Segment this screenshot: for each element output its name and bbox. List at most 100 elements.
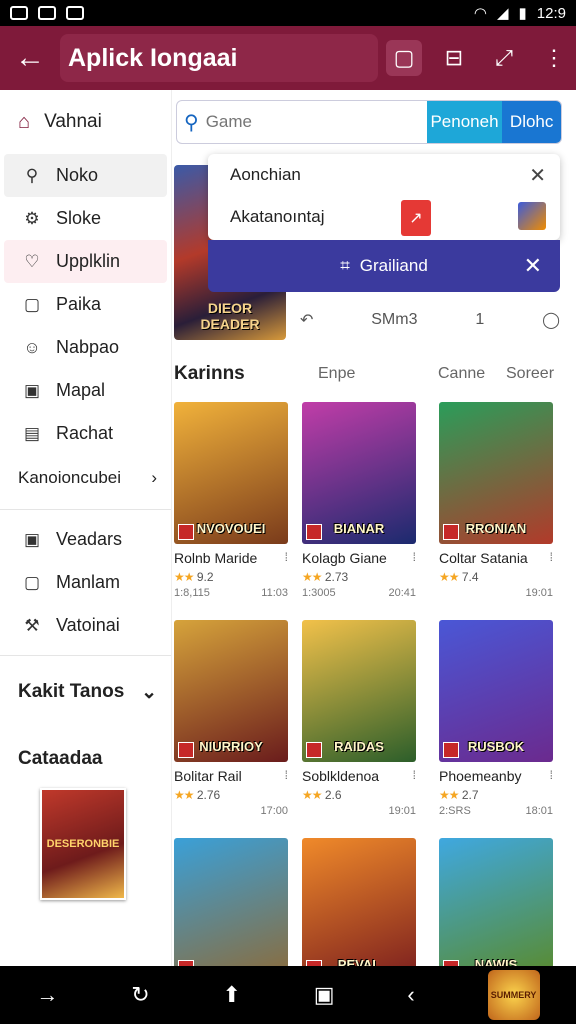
clock: 12:9 [536,4,566,22]
sidebar-item-vendors[interactable]: ▣ Veadars [4,518,167,561]
star-icon: ★★ [302,570,322,584]
game-cover-art[interactable]: NAWIS [439,838,553,980]
forward-icon[interactable]: → [36,982,58,1008]
divider [0,509,171,510]
tab-filter-2[interactable]: Canne [438,365,506,383]
game-meta-right: 17:00 [260,805,288,817]
sidebar-item-chat[interactable]: ▤ Rachat [4,412,167,455]
suggestion-item[interactable]: Aonchian ✕ [208,154,560,196]
game-card[interactable]: NVOVOUEI Rolnb Maride ⁞ ★★ 9.2 1:8,115 11:03 [174,402,288,599]
snackbar: ⌗ Grailiand ✕ [208,240,560,292]
game-cover-art[interactable]: RAIDAS [302,620,416,762]
game-title: Bolitar Rail [174,768,242,784]
game-card[interactable]: PEVAL⁞★★ [302,838,416,980]
sidebar-section[interactable]: Kakit Tanos ⌄ [0,664,171,720]
star-icon: ★★ [302,788,322,802]
game-cover-art[interactable]: NVOVOUEI [174,402,288,544]
game-card[interactable]: RUSBOK Phoemeanby ⁞ ★★ 2.7 2:SRS 18:01 [439,620,553,817]
back-arrow-icon[interactable]: ← [0,41,60,75]
chevron-right-icon: › [151,468,157,487]
close-icon[interactable]: ✕ [529,163,546,188]
more-options-icon[interactable]: ⁞ [285,768,288,784]
game-cover-art[interactable]: BIANAR [302,402,416,544]
game-cover-art[interactable]: RRONIAN [439,402,553,544]
more-options-icon[interactable]: ⁞ [285,550,288,566]
screenshot-icon[interactable]: ▣ [314,982,335,1008]
app-shortcut-icon[interactable]: SUMMERY [487,970,540,1020]
box-icon: ▣ [23,529,41,549]
app-shortcut-label: SUMMERY [490,990,537,1000]
sidebar-group-label: Kanoioncubei [18,468,122,487]
sidebar-item-label: Veadars [56,529,123,549]
sidebar-item-pages[interactable]: ▢ Paika [4,283,167,326]
game-meta-left: 2:SRS [439,805,471,817]
game-meta-right: 19:01 [388,805,416,817]
search-button-secondary[interactable]: Dlohc [502,101,561,143]
tab-view-icon[interactable]: ▢ [386,40,422,76]
star-icon: ★★ [174,570,194,584]
back-icon[interactable]: ‹ [407,982,414,1008]
search-icon[interactable]: ⚲ [177,101,206,143]
more-options-icon[interactable]: ⁞ [550,768,553,784]
game-cover-art[interactable]: RUSBOK [439,620,553,762]
sidebar: ⌂ Vahnai ⚲ Noko ⚙ Sloke ♡ Upplklin ▢ Pai… [0,90,172,966]
app-bar: ← Aplick Iongaai ▢ ⊟ ⤢ ⋮ [0,26,576,90]
close-icon[interactable]: ✕ [524,253,542,279]
rating-value: 2.73 [324,570,349,584]
game-cover-text: BIANAR [333,521,385,536]
sidebar-group[interactable]: Kanoioncubei › [0,455,171,501]
game-card[interactable]: NIURRIOY Bolitar Rail ⁞ ★★ 2.76 17:00 [174,620,288,817]
more-options-icon[interactable]: ⁞ [550,550,553,566]
search-button-primary[interactable]: Penoneh [426,101,503,143]
more-vert-icon[interactable]: ⋮ [536,40,572,76]
sidebar-item-manual[interactable]: ▢ Manlam [4,561,167,604]
sidebar-item-favorites[interactable]: ♡ Upplklin [4,240,167,283]
tab-filter-1[interactable]: Enpe [318,365,438,383]
game-meta-left: 1:8,115 [174,587,210,599]
game-meta-right: 20:41 [388,587,416,599]
sidebar-header-label: Vahnai [44,111,102,132]
rating-value: 7.4 [461,570,479,584]
sidebar-item-label: Rachat [56,423,114,443]
delete-icon[interactable]: ⊟ [436,40,472,76]
sidebar-header[interactable]: ⌂ Vahnai [0,90,171,154]
catalog-thumbnail[interactable]: DESERONBIE [40,788,126,900]
sidebar-section-label: Kakit Tanos [18,681,125,702]
game-thumb-icon [518,202,546,230]
game-card[interactable]: ⁞★★ [174,838,288,980]
game-card[interactable]: RRONIAN Coltar Satania ⁞ ★★ 7.4 19:01 [439,402,553,599]
reply-icon[interactable]: ↶ [300,310,313,330]
game-cover-art[interactable]: PEVAL [302,838,416,980]
app-notification-icon [66,6,84,20]
home-icon[interactable]: ⬆ [223,982,241,1008]
more-options-icon[interactable]: ⁞ [413,550,416,566]
star-icon: ★★ [174,788,194,802]
tab-filter-3[interactable]: Soreer [506,365,554,383]
sidebar-item-label: Manlam [56,572,121,592]
square-icon: ▢ [23,294,41,314]
game-cover-text: NVOVOUEI [196,521,266,536]
suggestion-item[interactable]: Akatanoıntaj ↗ [208,196,560,238]
game-rating: ★★ 2.6 [302,788,416,802]
sidebar-item-settings[interactable]: ⚙ Sloke [4,197,167,240]
game-cover-art[interactable] [174,838,288,980]
more-options-icon[interactable]: ⁞ [413,768,416,784]
game-rating: ★★ 7.4 [439,570,553,584]
sidebar-item-label: Vatoinai [56,615,120,635]
chat-bubble-icon[interactable]: ◯ [542,310,560,330]
sidebar-item-tools[interactable]: ⚒ Vatoinai [4,604,167,647]
sidebar-item-map[interactable]: ▣ Mapal [4,369,167,412]
game-card[interactable]: BIANAR Kolagb Giane ⁞ ★★ 2.73 1:3005 20:41 [302,402,416,599]
star-icon: ★★ [439,570,459,584]
game-meta-right: 11:03 [261,587,288,599]
sidebar-item-label: Noko [56,165,99,185]
share-icon[interactable]: ⤢ [486,40,522,76]
rotate-icon[interactable]: ↻ [131,982,149,1008]
game-cover-art[interactable]: NIURRIOY [174,620,288,762]
game-card[interactable]: RAIDAS Soblkldenoa ⁞ ★★ 2.6 19:01 [302,620,416,817]
app-title: Aplick Iongaai [60,34,378,82]
sidebar-item-profile[interactable]: ☺ Nabpao [4,326,167,369]
sidebar-item-search[interactable]: ⚲ Noko [4,154,167,197]
search-input[interactable] [205,101,427,143]
game-card[interactable]: NAWIS⁞★★ [439,838,553,980]
